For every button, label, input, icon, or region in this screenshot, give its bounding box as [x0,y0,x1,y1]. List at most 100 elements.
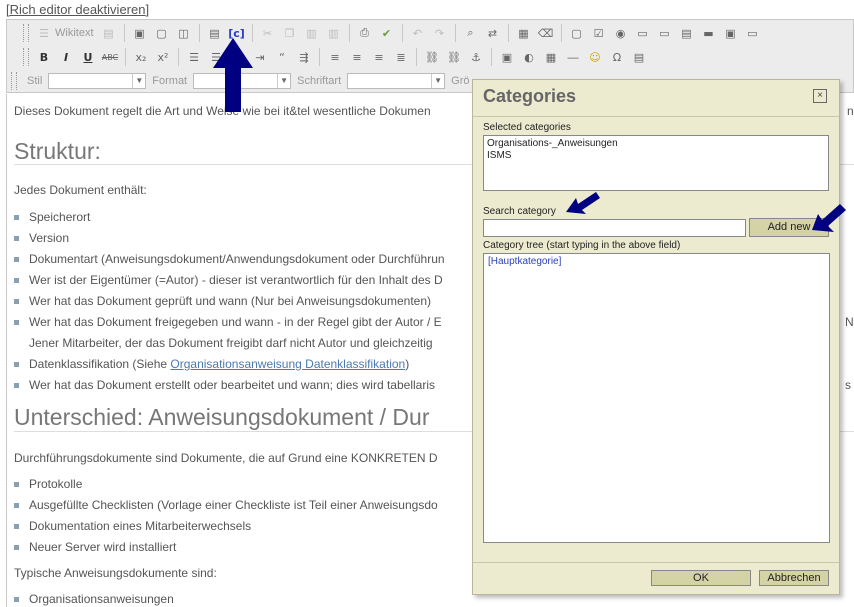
page-break-icon[interactable]: ▤ [630,48,648,66]
unlink-icon[interactable]: ⛓ [445,48,463,66]
numbered-list-icon[interactable]: ☰ [185,48,203,66]
subscript-icon[interactable]: x₂ [132,48,150,66]
checkbox-icon[interactable]: ☑ [590,24,608,42]
classification-link[interactable]: Organisationsanweisung Datenklassifikati… [170,357,405,371]
ok-button[interactable]: OK [651,570,751,586]
blockquote-icon[interactable]: “ [273,48,291,66]
link-icon[interactable]: ⛓ [423,48,441,66]
indent-icon[interactable]: ⇥ [251,48,269,66]
annotation-arrow-addnew-icon [812,204,846,232]
image-button-icon[interactable]: ▣ [722,24,740,42]
categories-dialog: Categories × Selected categories Organis… [472,79,840,595]
size-label: Grö [451,75,470,87]
list-item: Version [14,231,69,245]
list-item: Ausgefüllte Checklisten (Vorlage einer C… [14,498,438,512]
textfield-icon[interactable]: ▭ [634,24,652,42]
paste-icon[interactable]: ▥ [303,24,321,42]
new-page-icon[interactable]: ▢ [153,24,171,42]
cut-icon[interactable]: ✂ [259,24,277,42]
style-label: Stil [27,75,43,87]
list-item: Speicherort [14,210,90,224]
undo-icon[interactable]: ↶ [409,24,427,42]
search-category-label: Search category [483,206,556,217]
cancel-button[interactable]: Abbrechen [759,570,829,586]
list-item[interactable]: Organisations-_Anweisungen [487,138,825,150]
list-item-tail: N [845,315,854,329]
list-item: Protokolle [14,477,82,491]
italic-icon[interactable]: I [57,48,75,66]
deactivate-rich-editor-link[interactable]: [Rich editor deaktivieren] [6,2,149,17]
list-item-tail: s [845,378,851,392]
align-left-icon[interactable]: ≡ [326,48,344,66]
category-tree-label: Category tree (start typing in the above… [483,240,681,251]
tree-item-root[interactable]: [Hauptkategorie] [488,256,561,267]
underline-icon[interactable]: U [79,48,97,66]
superscript-icon[interactable]: x² [154,48,172,66]
select-all-icon[interactable]: ▦ [515,24,533,42]
list-item: Wer hat das Dokument freigegeben und wan… [14,315,442,329]
wikitext-icon[interactable]: ☰ [35,24,53,42]
remove-format-icon[interactable]: ⌫ [537,24,555,42]
save-icon[interactable]: ▣ [131,24,149,42]
search-category-input[interactable] [483,219,746,237]
list-item-continuation: Jener Mitarbeiter, der das Dokument frei… [29,336,433,350]
list-item: Organisationsanweisungen [14,592,174,606]
selected-categories-list[interactable]: Organisations-_Anweisungen ISMS [483,135,829,191]
heading-struktur: Struktur: [14,138,101,164]
font-select[interactable]: ▼ [347,73,446,89]
replace-icon[interactable]: ⇄ [484,24,502,42]
annotation-arrow-up-icon [213,38,253,112]
bold-icon[interactable]: B [35,48,53,66]
image-icon[interactable]: ▣ [498,48,516,66]
copy-icon[interactable]: ❐ [281,24,299,42]
preview-icon[interactable]: ◫ [175,24,193,42]
align-right-icon[interactable]: ≡ [370,48,388,66]
font-label: Schriftart [297,75,342,87]
selected-categories-label: Selected categories [483,122,571,133]
paste-text-icon[interactable]: ▥ [325,24,343,42]
print-icon[interactable]: ⎙ [356,24,374,42]
toolbar-grip[interactable] [11,72,17,90]
heading-unterschied: Unterschied: Anweisungsdokument / Dur [14,404,430,430]
textarea-icon[interactable]: ▭ [656,24,674,42]
flash-icon[interactable]: ◐ [520,48,538,66]
hidden-field-icon[interactable]: ▭ [744,24,762,42]
find-icon[interactable]: ⌕ [462,24,480,42]
paragraph: Jedes Dokument enthält: [14,183,147,197]
list-item: Wer hat das Dokument erstellt oder bearb… [14,378,435,392]
dialog-title: Categories [483,86,577,106]
annotation-arrow-search-icon [566,192,600,214]
radio-icon[interactable]: ◉ [612,24,630,42]
paste-wiki-icon[interactable]: ▤ [100,24,118,42]
anchor-icon[interactable]: ⚓ [467,48,485,66]
list-item: Datenklassifikation (Siehe Organisations… [14,357,409,371]
justify-icon[interactable]: ≣ [392,48,410,66]
paragraph: Typische Anweisungsdokumente sind: [14,566,217,580]
align-center-icon[interactable]: ≡ [348,48,366,66]
category-tree[interactable]: [Hauptkategorie] [483,253,830,543]
special-char-icon[interactable]: Ω [608,48,626,66]
chevron-down-icon: ▼ [132,74,145,88]
close-icon[interactable]: × [813,89,827,103]
redo-icon[interactable]: ↷ [431,24,449,42]
form-icon[interactable]: ▢ [568,24,586,42]
rich-editor-toggle[interactable]: [Rich editor deaktivieren] [6,2,149,17]
spellcheck-icon[interactable]: ✔ [378,24,396,42]
style-select[interactable]: ▼ [48,73,147,89]
toolbar-grip[interactable] [23,48,29,66]
intro-text-tail: n [847,104,854,118]
table-icon[interactable]: ▦ [542,48,560,66]
toolbar-row-1: ☰ Wikitext ▤ ▣ ▢ ◫ ▤ [c] ✂ ❐ ▥ ▥ ⎙ ✔ ↶ ↷… [23,22,764,44]
div-icon[interactable]: ⇶ [295,48,313,66]
toolbar-grip[interactable] [23,24,29,42]
list-item: Wer ist der Eigentümer (=Autor) - dieser… [14,273,443,287]
list-item: Neuer Server wird installiert [14,540,176,554]
horizontal-rule-icon[interactable]: ― [564,48,582,66]
smiley-icon[interactable]: ☺ [586,48,604,66]
list-item: Dokumentation eines Mitarbeiterwechsels [14,519,251,533]
strike-icon[interactable]: ABC [101,48,119,66]
select-field-icon[interactable]: ▤ [678,24,696,42]
list-item[interactable]: ISMS [487,150,825,162]
button-field-icon[interactable]: ▬ [700,24,718,42]
wikitext-button[interactable]: Wikitext [55,27,94,39]
